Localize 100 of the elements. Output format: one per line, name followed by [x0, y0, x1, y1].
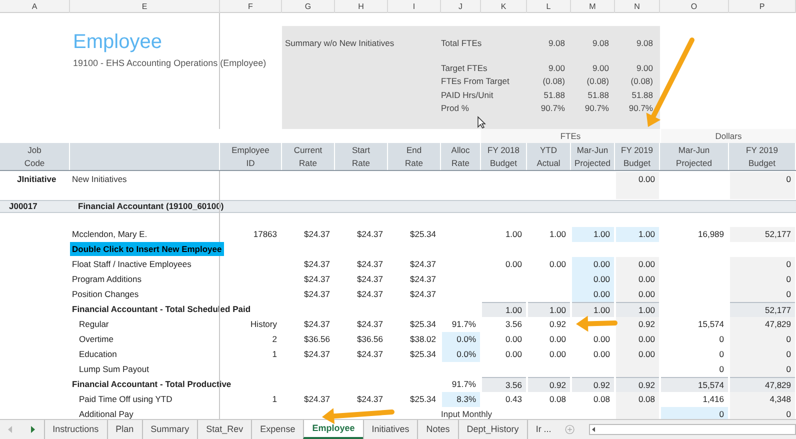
input-cell[interactable]: 0.00	[572, 257, 614, 272]
column-letter[interactable]: M	[571, 0, 615, 13]
table-cell-text: 0.00	[504, 333, 523, 346]
row-label: Paid Time Off using YTD	[79, 394, 172, 404]
column-header: Current Rate	[282, 143, 334, 170]
summary-value: (0.08)	[586, 75, 610, 88]
table-cell-text: $24.37	[356, 273, 384, 286]
summary-value: 9.08	[635, 37, 654, 50]
column-letter[interactable]: K	[481, 0, 527, 13]
column-letter[interactable]: L	[527, 0, 571, 13]
column-letter[interactable]: F	[220, 0, 282, 13]
summary-value: 9.00	[591, 62, 610, 75]
table-cell: 0.92	[616, 317, 659, 332]
annotation-arrow	[576, 316, 618, 332]
column-header: Mar-Jun Projected	[571, 143, 614, 170]
job-code: JInitiative	[17, 174, 56, 184]
table-cell-text: 0	[718, 348, 725, 361]
column-letter[interactable]: J	[441, 0, 481, 13]
table-cell: 47,829	[730, 377, 795, 392]
summary-value: 90.7%	[628, 102, 654, 116]
input-cell[interactable]: 0.00	[572, 272, 614, 287]
input-cell[interactable]: 1.00	[616, 227, 659, 242]
table-cell: 0.92	[572, 377, 614, 392]
sheet-tab[interactable]: Notes	[417, 420, 458, 439]
summary-label: Target FTEs	[441, 62, 488, 75]
input-cell[interactable]: 0	[661, 407, 728, 419]
sheet-tab[interactable]: Stat_Rev	[197, 420, 252, 439]
table-cell: 15,574	[661, 377, 728, 392]
column-letter[interactable]: H	[335, 0, 388, 13]
group-header: Dollars	[661, 129, 796, 143]
column-letter[interactable]: A	[0, 0, 70, 13]
table-cell-text: $24.37	[356, 228, 384, 241]
sheet-tab[interactable]: Employee	[303, 420, 363, 439]
column-letter[interactable]: N	[615, 0, 660, 13]
column-letter[interactable]: I	[388, 0, 441, 13]
horizontal-scrollbar[interactable]	[588, 424, 796, 435]
input-cell[interactable]: 1.00	[572, 227, 614, 242]
row-label: Program Additions	[72, 274, 142, 284]
table-cell-text: $24.37	[356, 318, 384, 331]
table-cell-text: 0.00	[548, 348, 567, 361]
column-header: Alloc Rate	[441, 143, 480, 170]
table-cell-text: 0.08	[592, 393, 611, 406]
summary-value: 51.88	[542, 88, 566, 102]
table-cell: 0	[730, 332, 795, 347]
table-cell-text: 0.00	[592, 348, 611, 361]
table-cell-text: 1.00	[548, 228, 567, 241]
sheet-tab[interactable]: Ir ...	[526, 420, 560, 439]
table-cell: 1.00	[572, 302, 614, 317]
mouse-cursor-icon	[477, 116, 486, 129]
table-cell-text: 0	[718, 333, 725, 346]
row-label: Position Changes	[72, 289, 139, 299]
table-cell-text: 0.00	[548, 258, 567, 271]
table-cell: 0.08	[616, 392, 659, 407]
row-label: Lump Sum Payout	[79, 364, 149, 374]
table-cell: 0.00	[616, 272, 659, 287]
column-letter[interactable]: O	[660, 0, 729, 13]
row-label: Float Staff / Inactive Employees	[72, 259, 192, 269]
table-cell: 1.00	[616, 302, 659, 317]
summary-label: PAID Hrs/Unit	[441, 88, 494, 102]
scroll-left-icon[interactable]	[592, 427, 596, 432]
table-cell-text: $38.02	[409, 333, 437, 346]
page-subtitle: 19100 - EHS Accounting Operations (Employee)	[73, 57, 266, 70]
table-cell-text: 0.00	[504, 348, 523, 361]
table-cell-text: 1,416	[702, 393, 725, 406]
table-cell-text: 0.00	[504, 258, 523, 271]
section-title: Financial Accountant (19100_60100)	[78, 200, 224, 213]
scroll-right-icon[interactable]	[30, 426, 36, 433]
table-cell-text: $24.37	[409, 258, 437, 271]
table-cell-text: $36.56	[356, 333, 384, 346]
input-cell[interactable]: 0.0%	[442, 347, 480, 362]
column-header: Job Code	[0, 143, 69, 170]
sheet-tab[interactable]: Instructions	[44, 420, 107, 439]
table-cell-text: $24.37	[356, 393, 384, 406]
table-cell-text: 17863	[252, 228, 278, 241]
column-letter[interactable]: G	[282, 0, 335, 13]
column-letter[interactable]: E	[70, 0, 220, 13]
table-cell: 3.56	[482, 377, 526, 392]
input-cell[interactable]: 8.3%	[442, 392, 480, 407]
table-cell-text: $24.37	[303, 393, 331, 406]
input-cell[interactable]: 0.0%	[442, 332, 480, 347]
table-cell: 1.00	[482, 302, 526, 317]
sheet-tab[interactable]: Dept_History	[458, 420, 527, 439]
empty-cell	[616, 362, 659, 377]
summary-value: 51.88	[630, 88, 654, 102]
column-letter[interactable]: P	[729, 0, 796, 13]
table-cell-text: 3.56	[504, 318, 523, 331]
column-header: End Rate	[388, 143, 440, 170]
sheet-tab[interactable]: Summary	[142, 420, 198, 439]
add-sheet-icon[interactable]	[565, 424, 575, 435]
table-cell: 0	[730, 287, 795, 302]
column-header: Mar-Jun Projected	[660, 143, 728, 170]
summary-value: 9.00	[547, 62, 566, 75]
sheet-tab[interactable]: Initiatives	[362, 420, 418, 439]
table-cell-text: 0.00	[548, 333, 567, 346]
page-title: Employee	[73, 30, 162, 55]
table-cell: 52,177	[730, 227, 795, 242]
insert-employee-button[interactable]: Double Click to Insert New Employee	[70, 242, 224, 256]
input-cell[interactable]: 0.00	[572, 287, 614, 302]
sheet-tab[interactable]: Plan	[106, 420, 142, 439]
table-cell: 0	[730, 362, 795, 377]
